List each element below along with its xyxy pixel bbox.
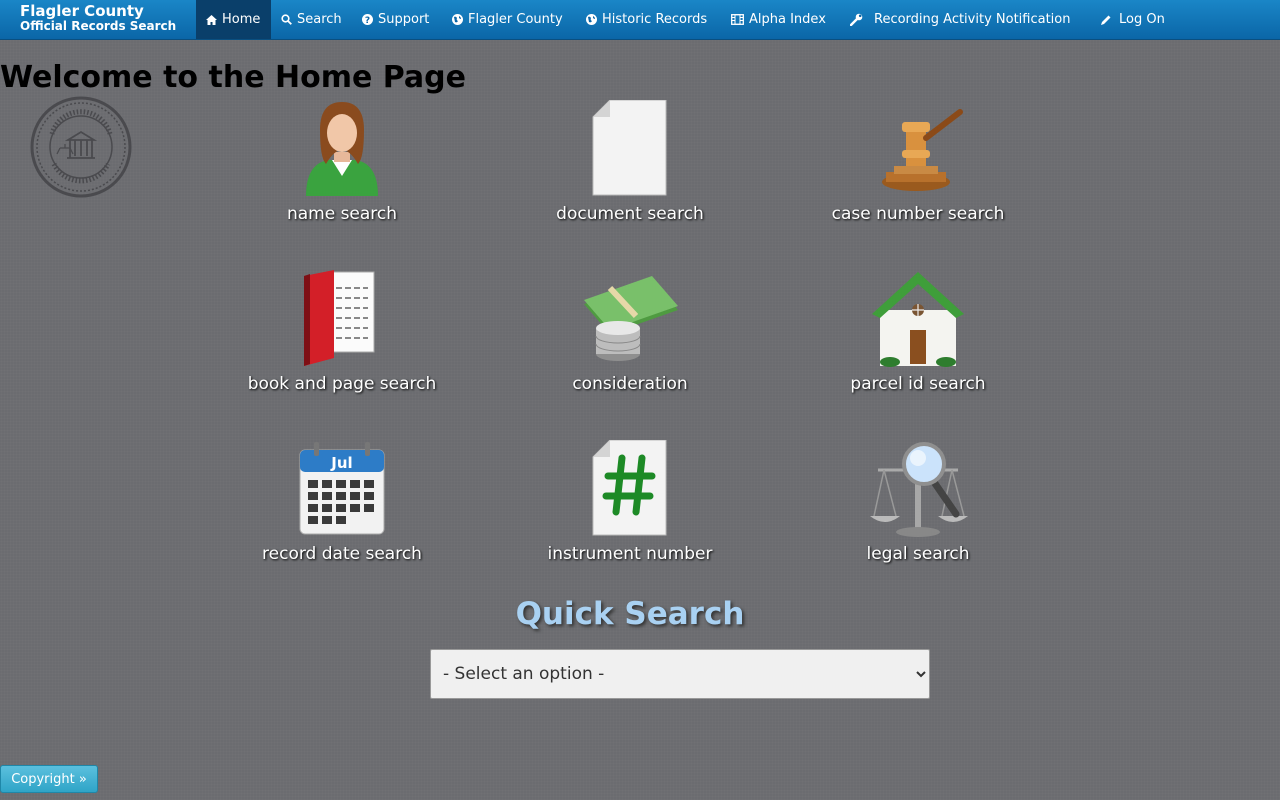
blank-document-icon [592, 100, 667, 196]
tile-name-search[interactable]: name search [222, 100, 462, 250]
tile-instrument-number[interactable]: instrument number [510, 440, 750, 590]
tile-consideration[interactable]: consideration [510, 270, 750, 420]
house-icon [872, 272, 964, 367]
nav-historic-records-label: Historic Records [602, 12, 708, 27]
gavel-icon [882, 109, 963, 191]
copyright-button[interactable]: Copyright » [0, 765, 98, 793]
nav-alpha-index-label: Alpha Index [749, 12, 826, 27]
scales-magnifier-icon [870, 442, 968, 537]
tile-label: instrument number [547, 544, 713, 564]
tile-book-and-page-search[interactable]: book and page search [222, 270, 462, 420]
svg-text:?: ? [365, 16, 370, 25]
nav-recording-activity-notification[interactable]: Recording Activity Notification [850, 0, 1071, 39]
tile-label: book and page search [247, 374, 437, 394]
tile-case-number-search[interactable]: case number search [798, 100, 1038, 250]
book-icon [304, 270, 375, 366]
pencil-icon [1101, 15, 1111, 25]
page-title: Welcome to the Home Page [0, 60, 466, 95]
nav-log-on[interactable]: Log On [1100, 0, 1165, 39]
nav-home-label: Home [222, 12, 261, 27]
nav-flagler-county-label: Flagler County [468, 12, 563, 27]
nav-historic-records[interactable]: Historic Records [586, 0, 707, 39]
calendar-icon: Jul [299, 442, 385, 535]
person-icon [306, 102, 378, 196]
tile-label: parcel id search [850, 374, 986, 394]
tile-label: legal search [866, 544, 970, 564]
nav-search[interactable]: Search [281, 0, 342, 39]
county-seal-icon [30, 96, 132, 198]
search-icon [281, 14, 292, 25]
nav-flagler-county[interactable]: Flagler County [452, 0, 563, 39]
calendar-month: Jul [330, 454, 352, 472]
brand-subtitle: Official Records Search [20, 19, 177, 33]
tile-label: document search [556, 204, 704, 224]
tile-label: case number search [831, 204, 1005, 224]
nav-support-label: Support [378, 12, 430, 27]
nav-search-label: Search [297, 12, 342, 27]
quick-search-select[interactable]: - Select an option - [430, 649, 930, 699]
home-icon [206, 14, 217, 25]
brand[interactable]: Flagler County Official Records Search [20, 3, 176, 33]
top-navbar: Flagler County Official Records Search H… [0, 0, 1280, 40]
globe-icon [586, 14, 597, 25]
quick-search-title: Quick Search [515, 596, 745, 632]
nav-log-on-label: Log On [1119, 12, 1165, 27]
money-icon [584, 276, 678, 361]
tile-document-search[interactable]: document search [510, 100, 750, 250]
question-circle-icon: ? [362, 14, 373, 25]
nav-alpha-index[interactable]: Alpha Index [731, 0, 826, 39]
nav-home[interactable]: Home [196, 0, 271, 39]
tile-label: consideration [572, 374, 688, 394]
tile-parcel-id-search[interactable]: parcel id search [798, 270, 1038, 420]
tile-record-date-search[interactable]: Jul record date search [222, 440, 462, 590]
nav-recording-activity-notification-label: Recording Activity Notification [874, 12, 1071, 27]
nav-support[interactable]: ? Support [362, 0, 429, 39]
tile-legal-search[interactable]: legal search [798, 440, 1038, 590]
brand-title: Flagler County [20, 2, 144, 20]
wrench-icon [850, 13, 863, 26]
hash-document-icon [592, 440, 667, 536]
globe-icon [452, 14, 463, 25]
tile-label: name search [286, 204, 398, 224]
film-icon [731, 14, 744, 25]
tile-label: record date search [262, 544, 422, 564]
